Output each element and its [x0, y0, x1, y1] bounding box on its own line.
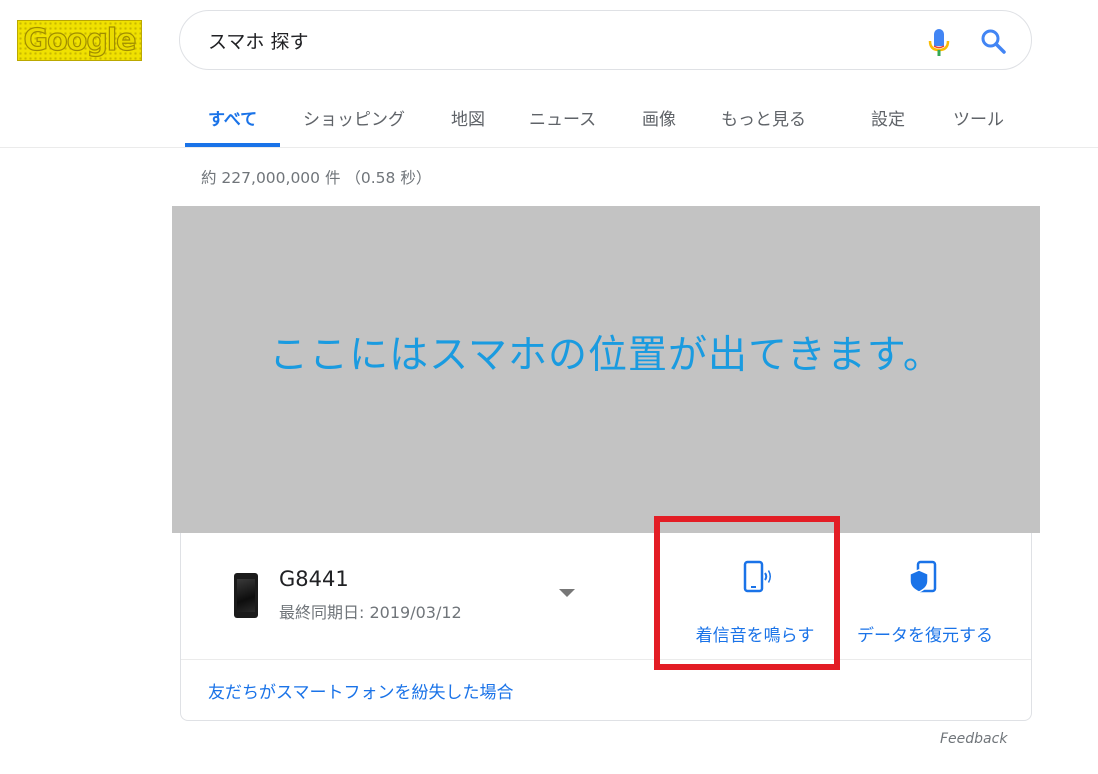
restore-data-icon [909, 560, 937, 593]
header-divider [0, 147, 1098, 148]
highlight-box [654, 516, 840, 670]
restore-data-button[interactable]: データを復元する [845, 555, 1005, 646]
tab-images[interactable]: 画像 [642, 105, 676, 130]
tab-settings[interactable]: 設定 [871, 105, 905, 130]
tab-tools[interactable]: ツール [953, 105, 1004, 130]
mic-icon[interactable] [926, 27, 952, 57]
google-logo[interactable]: Google [17, 20, 142, 61]
map-placeholder-text: ここにはスマホの位置が出てきます。 [269, 332, 943, 378]
tab-more[interactable]: もっと見る [721, 105, 806, 130]
search-input[interactable]: スマホ 探す [208, 27, 308, 54]
restore-data-label: データを復元する [857, 626, 993, 646]
tab-maps[interactable]: 地図 [451, 105, 485, 130]
tab-shopping[interactable]: ショッピング [303, 105, 405, 130]
device-thumbnail [234, 573, 258, 618]
feedback-link[interactable]: Feedback [940, 731, 1007, 747]
map-area: ここにはスマホの位置が出てきます。 [172, 206, 1040, 533]
search-icon[interactable] [980, 28, 1006, 54]
dropdown-arrow-icon[interactable] [559, 589, 575, 597]
result-stats: 約 227,000,000 件 （0.58 秒） [201, 169, 432, 187]
search-box[interactable]: スマホ 探す [179, 10, 1032, 70]
logo-text: Google [23, 22, 137, 58]
card-divider [181, 659, 1031, 660]
friend-lost-phone-link[interactable]: 友だちがスマートフォンを紛失した場合 [208, 678, 514, 703]
tab-news[interactable]: ニュース [529, 105, 596, 130]
tab-all[interactable]: すべて [208, 105, 257, 130]
device-name: G8441 [279, 567, 349, 591]
find-device-card: G8441 最終同期日: 2019/03/12 着信音を鳴らす データを復元する… [180, 533, 1032, 721]
device-last-sync: 最終同期日: 2019/03/12 [279, 603, 462, 622]
